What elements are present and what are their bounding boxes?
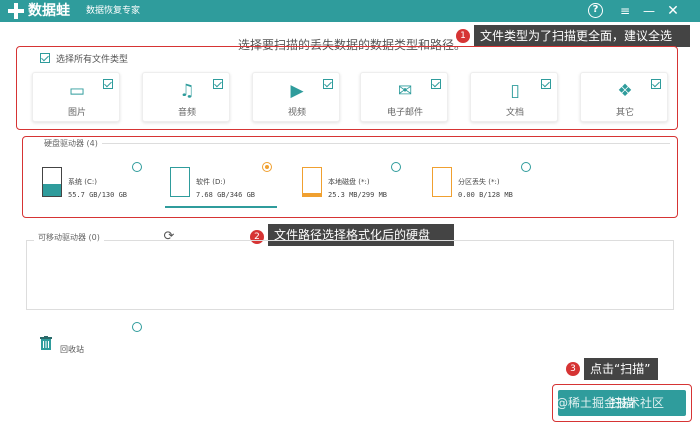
watermark: @稀土掘金技术社区 <box>556 396 665 410</box>
drive-icon <box>42 167 62 197</box>
drive-lost-radio[interactable] <box>521 162 531 172</box>
drive-name: 本地磁盘 (*:) <box>328 178 370 186</box>
filetype-audio[interactable]: ♫ 音频 <box>142 72 230 122</box>
filetype-label: 其它 <box>615 108 634 118</box>
minimize-button[interactable]: — <box>640 2 658 20</box>
recycle-bin-label: 回收站 <box>60 345 84 354</box>
filetype-email[interactable]: ✉ 电子邮件 <box>360 72 448 122</box>
drive-name: 系统 (C:) <box>68 178 97 186</box>
drive-local-radio[interactable] <box>391 162 401 172</box>
checkbox-icon[interactable] <box>431 79 441 89</box>
selected-underline <box>165 206 277 208</box>
hard-drives-title: 硬盘驱动器 (4) <box>40 138 102 149</box>
menu-button[interactable]: ≡ <box>616 2 634 20</box>
app-subtitle: 数据恢复专家 <box>86 6 141 16</box>
select-all-label: 选择所有文件类型 <box>56 55 129 65</box>
music-icon: ♫ <box>179 81 195 101</box>
filetype-label: 电子邮件 <box>386 108 423 118</box>
checkbox-icon[interactable] <box>323 79 333 89</box>
other-icon: ❖ <box>617 81 633 101</box>
callout-file-types: 文件类型为了扫描更全面，建议全选 <box>474 25 690 47</box>
checkbox-icon <box>40 53 50 63</box>
select-all-checkbox[interactable]: 选择所有文件类型 <box>40 52 128 65</box>
filetype-label: 视频 <box>287 108 306 118</box>
drive-size: 25.3 MB/299 MB <box>328 191 388 199</box>
drive-icon <box>432 167 452 197</box>
image-icon: ▭ <box>68 81 86 101</box>
drive-name: 软件 (D:) <box>196 178 226 186</box>
filetype-document[interactable]: ▯ 文档 <box>470 72 558 122</box>
removable-drives-title: 可移动驱动器 (0) <box>34 232 104 243</box>
drive-c-radio[interactable] <box>132 162 142 172</box>
filetype-label: 音频 <box>177 108 196 118</box>
drive-size: 55.7 GB/130 GB <box>68 191 128 199</box>
help-button[interactable]: ? <box>588 3 603 18</box>
removable-drives-panel <box>26 240 674 310</box>
recycle-bin-radio[interactable] <box>132 322 142 332</box>
video-icon: ▶ <box>290 81 304 101</box>
filetype-image[interactable]: ▭ 图片 <box>32 72 120 122</box>
filetype-label: 图片 <box>67 108 86 118</box>
email-icon: ✉ <box>397 81 413 101</box>
checkbox-icon[interactable] <box>213 79 223 89</box>
trash-icon[interactable] <box>40 336 52 350</box>
refresh-icon[interactable]: ⟳ <box>162 230 176 244</box>
close-button[interactable]: ✕ <box>664 2 682 20</box>
callout-scan: 点击“扫描” <box>584 358 658 380</box>
checkbox-icon[interactable] <box>651 79 661 89</box>
callout-badge-1: 1 <box>456 29 470 43</box>
filetype-video[interactable]: ▶ 视频 <box>252 72 340 122</box>
callout-badge-3: 3 <box>566 362 580 376</box>
checkbox-icon[interactable] <box>541 79 551 89</box>
drive-icon <box>170 167 190 197</box>
drive-name: 分区丢失 (*:) <box>458 178 500 186</box>
filetype-other[interactable]: ❖ 其它 <box>580 72 668 122</box>
app-name: 数据蛙 <box>28 3 70 19</box>
drive-icon <box>302 167 322 197</box>
drive-size: 7.68 GB/346 GB <box>196 191 256 199</box>
drive-d-radio[interactable] <box>262 162 272 172</box>
divider <box>40 143 670 144</box>
document-icon: ▯ <box>510 81 520 101</box>
drive-size: 0.00 B/128 MB <box>458 191 513 199</box>
checkbox-icon[interactable] <box>103 79 113 89</box>
plus-logo-icon <box>8 3 24 19</box>
filetype-label: 文档 <box>505 108 524 118</box>
title-bar: 数据蛙 数据恢复专家 ? ≡ — ✕ <box>0 0 700 22</box>
